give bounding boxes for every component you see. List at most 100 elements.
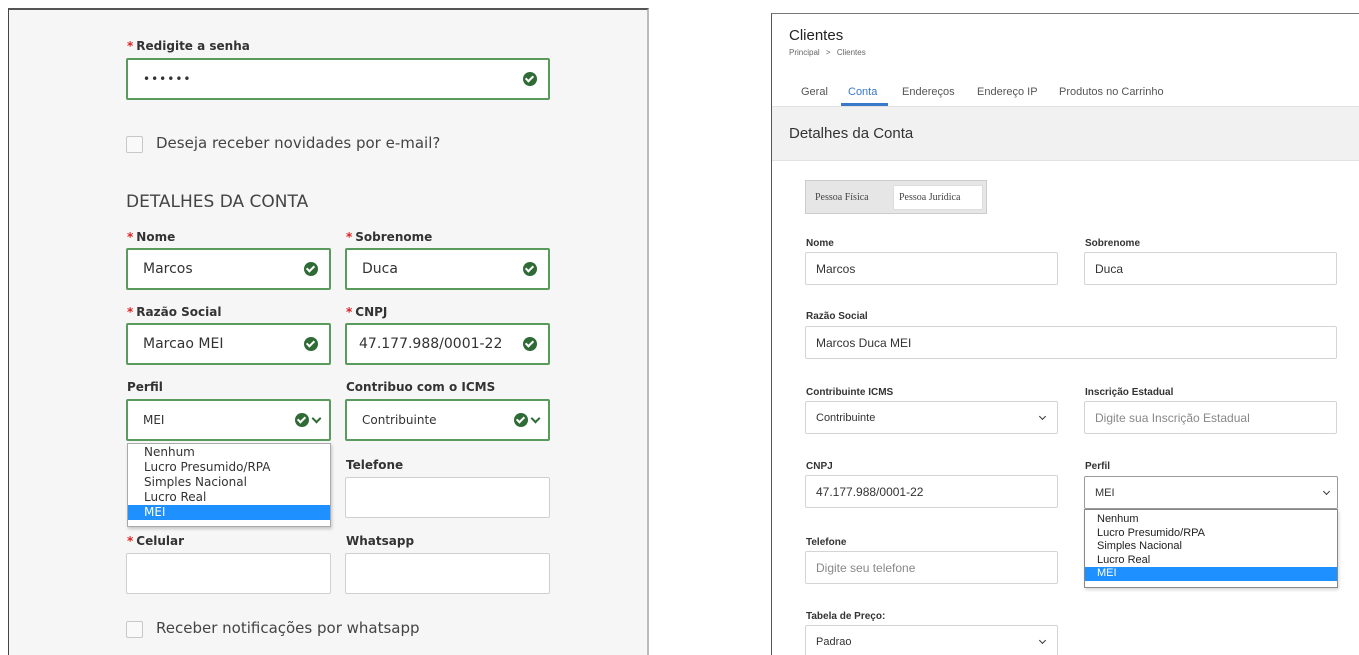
valid-check-icon — [514, 413, 528, 427]
tab-conta[interactable]: Conta — [848, 86, 877, 98]
razao-social-input[interactable]: Marcos Duca MEI — [805, 326, 1337, 359]
newsletter-checkbox[interactable] — [126, 136, 143, 153]
whatsapp-input[interactable] — [345, 553, 550, 594]
perfil-option[interactable]: Nenhum — [128, 445, 330, 460]
tab-geral[interactable]: Geral — [801, 86, 828, 98]
valid-check-icon — [304, 337, 318, 351]
breadcrumb-current: Clientes — [836, 48, 866, 57]
icms-select[interactable]: Contribuinte — [345, 399, 550, 441]
perfil-option[interactable]: Nenhum — [1085, 513, 1337, 527]
chevron-down-icon — [530, 413, 541, 424]
valid-check-icon — [523, 262, 537, 276]
contribuinte-icms-select[interactable]: Contribuinte — [805, 401, 1058, 434]
contribuinte-icms-value: Contribuinte — [816, 411, 876, 424]
cnpj-label: * CNPJ — [346, 305, 388, 319]
telefone-label: Telefone — [806, 537, 847, 548]
nome-label: * Nome — [127, 230, 176, 244]
valid-check-icon — [523, 72, 537, 86]
perfil-option-selected[interactable]: MEI — [1085, 567, 1337, 581]
perfil-label: Perfil — [1085, 461, 1111, 472]
nome-value: Marcos — [143, 261, 193, 277]
perfil-dropdown: Nenhum Lucro Presumido/RPA Simples Nacio… — [127, 443, 331, 527]
section-title: DETALHES DA CONTA — [126, 192, 309, 212]
inscricao-estadual-input[interactable]: Digite sua Inscrição Estadual — [1084, 401, 1337, 434]
telefone-placeholder: Digite seu telefone — [816, 560, 916, 575]
cnpj-input[interactable]: 47.177.988/0001-22 — [805, 475, 1058, 508]
perfil-dropdown: Nenhum Lucro Presumido/RPA Simples Nacio… — [1084, 509, 1338, 588]
nome-input[interactable]: Marcos — [126, 248, 331, 290]
celular-input[interactable] — [126, 553, 331, 594]
sobrenome-input[interactable]: Duca — [345, 248, 550, 290]
perfil-option[interactable]: Lucro Presumido/RPA — [1085, 527, 1337, 541]
icms-value: Contribuinte — [362, 413, 437, 427]
contribuinte-icms-label: Contribuinte ICMS — [806, 387, 894, 398]
breadcrumb-home[interactable]: Principal — [789, 48, 820, 57]
perfil-option[interactable]: Simples Nacional — [1085, 540, 1337, 554]
telefone-input[interactable]: Digite seu telefone — [805, 551, 1058, 584]
perfil-option-selected[interactable]: MEI — [128, 505, 330, 520]
telefone-input[interactable] — [345, 477, 550, 518]
perfil-select[interactable]: MEI — [1084, 476, 1338, 509]
inscricao-estadual-placeholder: Digite sua Inscrição Estadual — [1095, 410, 1250, 425]
inscricao-estadual-label: Inscrição Estadual — [1085, 387, 1174, 398]
perfil-value: MEI — [143, 413, 165, 427]
retype-password-label: * Redigite a senha — [127, 39, 250, 53]
chevron-down-icon — [1038, 412, 1047, 420]
chevron-down-icon — [1322, 487, 1331, 495]
tabela-preco-select[interactable]: Padrao — [805, 625, 1058, 655]
sobrenome-value: Duca — [1095, 261, 1124, 276]
tabela-preco-value: Padrao — [816, 635, 852, 648]
icms-label: Contribuo com o ICMS — [346, 380, 496, 394]
chevron-down-icon — [311, 413, 322, 424]
sobrenome-label: Sobrenome — [1085, 238, 1141, 249]
breadcrumb-separator: > — [825, 48, 831, 57]
person-type-juridica-active[interactable]: Pessoa Jurídica — [893, 185, 983, 210]
tab-enderecos[interactable]: Endereços — [902, 86, 955, 98]
razao-social-value: Marcos Duca MEI — [816, 335, 912, 350]
perfil-option[interactable]: Lucro Real — [1085, 554, 1337, 568]
retype-password-input[interactable]: •••••• — [126, 58, 550, 100]
sobrenome-value: Duca — [362, 261, 398, 277]
celular-label: * Celular — [127, 534, 185, 548]
razao-social-value: Marcao MEI — [143, 336, 224, 352]
perfil-select[interactable]: MEI — [126, 399, 331, 441]
valid-check-icon — [523, 337, 537, 351]
breadcrumb: Principal > Clientes — [789, 48, 866, 57]
telefone-label: Telefone — [346, 458, 404, 472]
perfil-label: Perfil — [127, 380, 163, 394]
tab-endereco-ip[interactable]: Endereço IP — [977, 86, 1038, 98]
page-title: Clientes — [789, 27, 844, 44]
tab-produtos-carrinho[interactable]: Produtos no Carrinho — [1059, 86, 1164, 98]
perfil-option[interactable]: Simples Nacional — [128, 475, 330, 490]
tabela-preco-label: Tabela de Preço: — [806, 611, 886, 622]
razao-social-input[interactable]: Marcao MEI — [126, 323, 331, 365]
whatsapp-notify-checkbox[interactable] — [126, 621, 143, 638]
cnpj-input[interactable]: 47.177.988/0001-22 — [345, 323, 550, 365]
admin-client-panel: Clientes Principal > Clientes Geral Cont… — [771, 13, 1359, 655]
chevron-down-icon — [1038, 636, 1047, 644]
whatsapp-label: Whatsapp — [346, 534, 415, 548]
person-type-fisica[interactable]: Pessoa Física — [815, 192, 869, 203]
newsletter-label: Deseja receber novidades por e-mail? — [156, 134, 441, 152]
person-type-juridica: Pessoa Jurídica — [899, 192, 961, 203]
retype-password-value: •••••• — [143, 72, 192, 86]
valid-check-icon — [295, 413, 309, 427]
sobrenome-input[interactable]: Duca — [1084, 252, 1337, 285]
cnpj-value: 47.177.988/0001-22 — [816, 484, 924, 499]
cnpj-label: CNPJ — [806, 461, 833, 472]
perfil-option[interactable]: Lucro Presumido/RPA — [128, 460, 330, 475]
cnpj-value: 47.177.988/0001-22 — [359, 336, 503, 352]
whatsapp-notify-label: Receber notificações por whatsapp — [156, 619, 420, 637]
section-header: Detalhes da Conta — [772, 106, 1359, 161]
nome-label: Nome — [806, 238, 834, 249]
person-type-toggle: Pessoa Física Pessoa Jurídica — [805, 180, 987, 214]
nome-input[interactable]: Marcos — [805, 252, 1058, 285]
storefront-account-form: * Redigite a senha •••••• Deseja receber … — [8, 8, 649, 655]
sobrenome-label: * Sobrenome — [346, 230, 433, 244]
razao-social-label: * Razão Social — [127, 305, 222, 319]
perfil-value: MEI — [1095, 486, 1115, 499]
razao-social-label: Razão Social — [806, 311, 868, 322]
valid-check-icon — [304, 262, 318, 276]
perfil-option[interactable]: Lucro Real — [128, 490, 330, 505]
section-title: Detalhes da Conta — [789, 125, 914, 142]
